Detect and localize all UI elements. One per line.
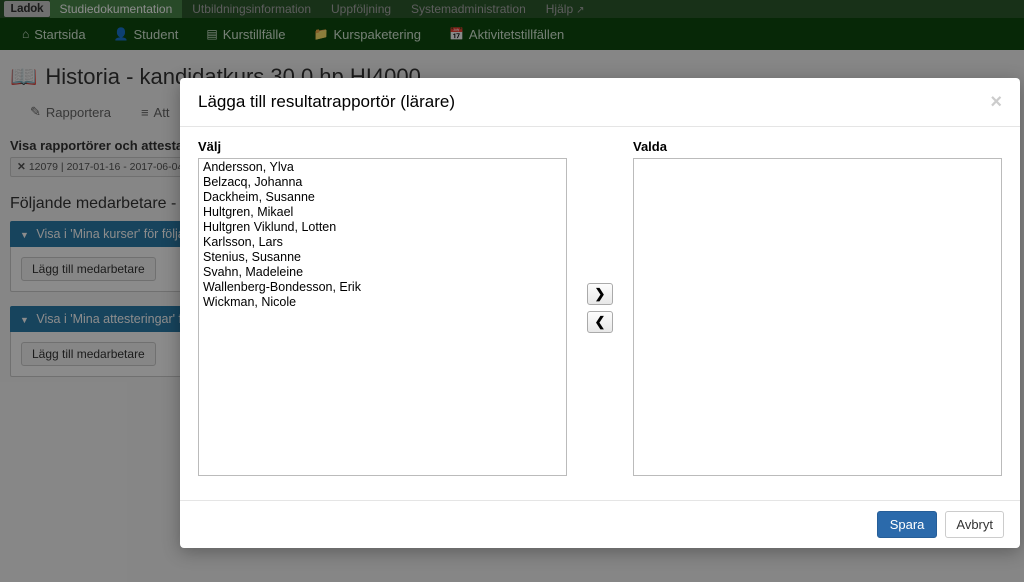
save-button[interactable]: Spara — [877, 511, 938, 538]
close-icon[interactable]: × — [990, 92, 1002, 112]
list-item[interactable]: Karlsson, Lars — [199, 234, 566, 249]
picker-selected-column: Valda — [633, 139, 1002, 476]
move-left-button[interactable]: ❮ — [587, 311, 613, 333]
list-item[interactable]: Hultgren Viklund, Lotten — [199, 219, 566, 234]
list-item[interactable]: Dackheim, Susanne — [199, 189, 566, 204]
list-item[interactable]: Stenius, Susanne — [199, 249, 566, 264]
available-label: Välj — [198, 139, 567, 154]
list-item[interactable]: Wallenberg-Bondesson, Erik — [199, 279, 566, 294]
cancel-button[interactable]: Avbryt — [945, 511, 1004, 538]
modal-footer: Spara Avbryt — [180, 500, 1020, 548]
modal-header: Lägga till resultatrapportör (lärare) × — [180, 78, 1020, 127]
selected-listbox[interactable] — [633, 158, 1002, 476]
move-right-button[interactable]: ❯ — [587, 283, 613, 305]
picker-transfer-buttons: ❯ ❮ — [585, 139, 615, 476]
picker-available-column: Välj Andersson, YlvaBelzacq, JohannaDack… — [198, 139, 567, 476]
list-item[interactable]: Hultgren, Mikael — [199, 204, 566, 219]
selected-label: Valda — [633, 139, 1002, 154]
list-item[interactable]: Andersson, Ylva — [199, 159, 566, 174]
available-listbox[interactable]: Andersson, YlvaBelzacq, JohannaDackheim,… — [198, 158, 567, 476]
modal-body: Välj Andersson, YlvaBelzacq, JohannaDack… — [180, 127, 1020, 500]
modal-title: Lägga till resultatrapportör (lärare) — [198, 92, 455, 112]
dual-list-picker: Välj Andersson, YlvaBelzacq, JohannaDack… — [198, 139, 1002, 476]
list-item[interactable]: Wickman, Nicole — [199, 294, 566, 309]
modal-dialog: Lägga till resultatrapportör (lärare) × … — [180, 78, 1020, 548]
list-item[interactable]: Belzacq, Johanna — [199, 174, 566, 189]
list-item[interactable]: Svahn, Madeleine — [199, 264, 566, 279]
